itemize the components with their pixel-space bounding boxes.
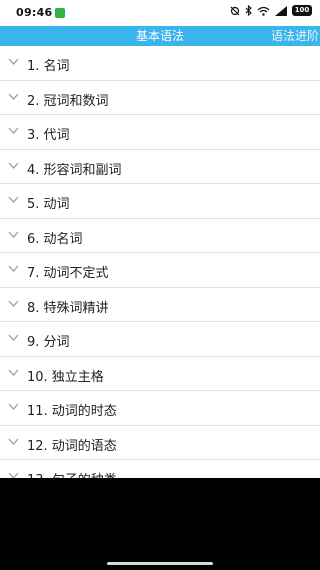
chevron-down-icon (8, 162, 19, 169)
list-item[interactable]: 11. 动词的时态 (0, 391, 320, 426)
chevron-down-icon (8, 93, 19, 100)
tab-bar: 基本语法 语法进阶 (0, 26, 320, 46)
chapter-label: 8. 特殊词精讲 (27, 300, 109, 316)
chevron-down-icon (8, 403, 19, 410)
list-item[interactable]: 6. 动名词 (0, 219, 320, 253)
home-indicator[interactable] (107, 562, 213, 565)
list-item[interactable]: 7. 动词不定式 (0, 253, 320, 288)
signal-icon (275, 5, 287, 16)
chevron-down-icon (8, 58, 19, 65)
chapter-label: 9. 分词 (27, 335, 70, 350)
list-item[interactable]: 2. 冠词和数词 (0, 81, 320, 115)
chapter-label: 7. 动词不定式 (27, 266, 109, 281)
chapter-label: 13. 句子的种类 (27, 469, 117, 478)
battery-icon: 100 (292, 5, 312, 16)
chapter-label: 12. 动词的语态 (27, 438, 117, 454)
list-item[interactable]: 10. 独立主格 (0, 357, 320, 391)
chevron-down-icon (8, 231, 19, 238)
status-time: 09:46 (16, 6, 53, 19)
bottom-area (0, 478, 320, 570)
chapter-label: 3. 代词 (27, 128, 70, 143)
list-item[interactable]: 1. 名词 (0, 46, 320, 81)
chapter-list: 1. 名词 2. 冠词和数词 3. 代词 4. 形容词和副词 5. 动词 6. … (0, 46, 320, 478)
chapter-label: 10. 独立主格 (27, 369, 104, 385)
wifi-icon (257, 6, 270, 16)
list-item[interactable]: 4. 形容词和副词 (0, 150, 320, 184)
chevron-down-icon (8, 196, 19, 203)
status-icons: 100 (230, 5, 312, 16)
chevron-down-icon (8, 127, 19, 134)
chevron-down-icon (8, 265, 19, 272)
chevron-down-icon (8, 334, 19, 341)
chapter-label: 6. 动名词 (27, 231, 83, 247)
chapter-label: 1. 名词 (27, 59, 70, 74)
alarm-off-icon (230, 6, 240, 15)
status-bar: 09:46 100 (0, 0, 320, 26)
chapter-label: 11. 动词的时态 (27, 404, 117, 419)
list-item[interactable]: 12. 动词的语态 (0, 426, 320, 460)
bluetooth-icon (245, 5, 252, 16)
tab-advanced-grammar[interactable]: 语法进阶 (271, 26, 320, 46)
list-item[interactable]: 13. 句子的种类 (0, 460, 320, 478)
app-notification-icon (55, 8, 65, 18)
list-item[interactable]: 5. 动词 (0, 184, 320, 219)
chapter-label: 5. 动词 (27, 197, 70, 212)
list-item[interactable]: 3. 代词 (0, 115, 320, 150)
list-item[interactable]: 9. 分词 (0, 322, 320, 357)
list-item[interactable]: 8. 特殊词精讲 (0, 288, 320, 322)
chapter-label: 4. 形容词和副词 (27, 162, 122, 178)
chevron-down-icon (8, 300, 19, 307)
chevron-down-icon (8, 369, 19, 376)
chapter-label: 2. 冠词和数词 (27, 93, 109, 109)
chevron-down-icon (8, 438, 19, 445)
